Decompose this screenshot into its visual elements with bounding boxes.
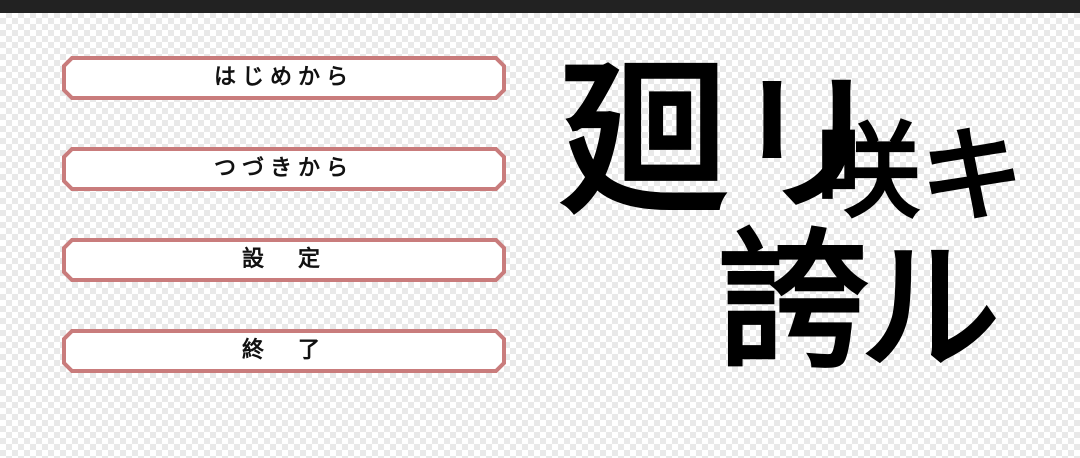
logo-char: 廻 [560,42,728,238]
logo-char: 誇 [718,216,869,390]
settings-button[interactable]: 設 定 [62,238,506,282]
new-game-button[interactable]: はじめから [62,56,506,100]
logo-char: キ [920,115,1025,237]
logo-char: 咲 [816,111,921,233]
quit-label: 終 了 [241,338,326,363]
continue-label: つづきから [213,156,354,181]
quit-button[interactable]: 終 了 [62,329,506,373]
game-title-logo: 廻 リ 咲 キ 誇 ル [560,50,1030,390]
top-bar [0,0,1080,13]
new-game-label: はじめから [213,65,354,90]
settings-label: 設 定 [241,247,326,272]
continue-button[interactable]: つづきから [62,147,506,191]
logo-char: ル [860,228,1001,391]
